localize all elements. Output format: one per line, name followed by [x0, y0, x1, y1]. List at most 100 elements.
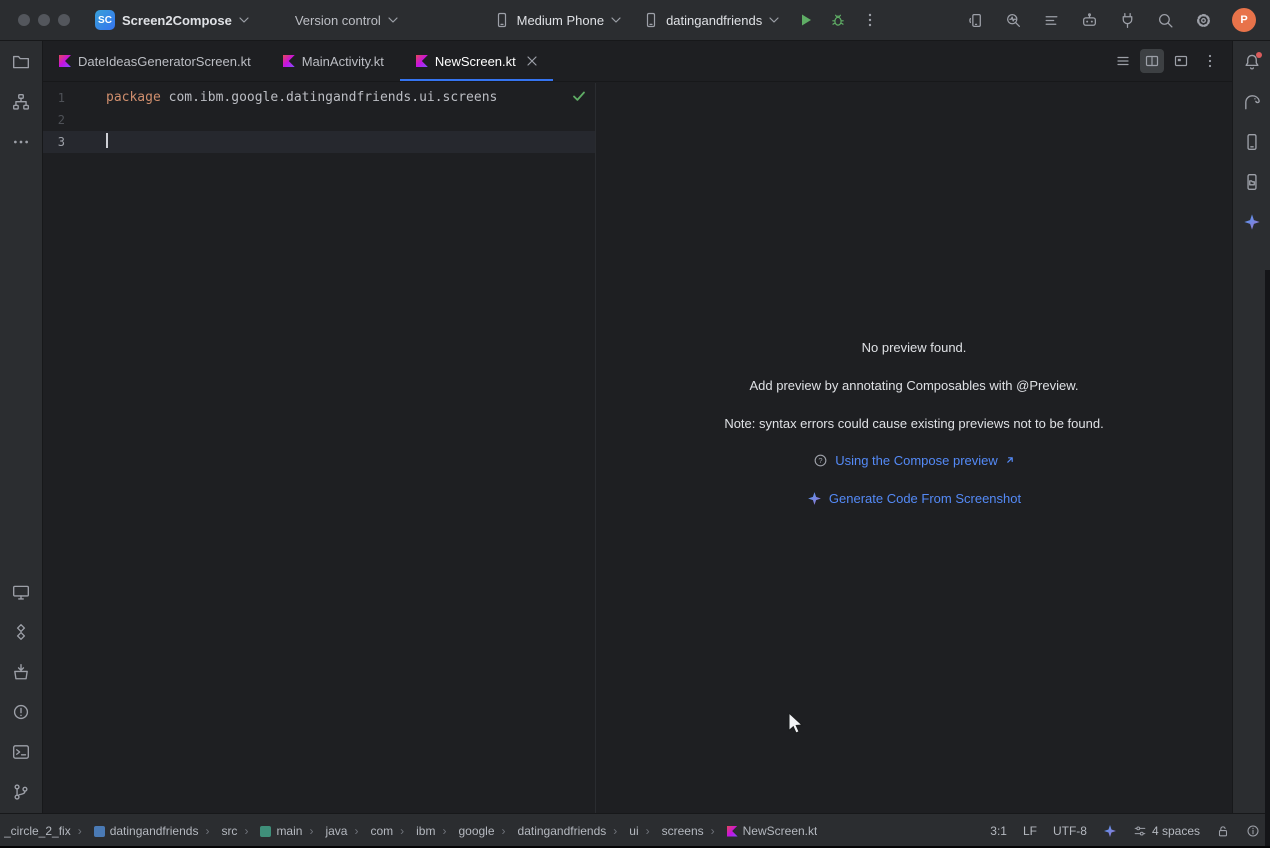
kotlin-file-icon	[727, 826, 738, 837]
structure-tool-button[interactable]	[8, 89, 34, 115]
logcat-icon	[1043, 12, 1060, 29]
more-tool-windows-button[interactable]	[8, 129, 34, 155]
info-icon	[1246, 824, 1260, 838]
breadcrumb-item[interactable]: datingandfriends	[71, 824, 199, 838]
gemini-assistant-button[interactable]	[1076, 6, 1104, 34]
chevron-down-icon	[239, 17, 249, 23]
tab-dateideasgeneratorscreen[interactable]: DateIdeasGeneratorScreen.kt	[43, 41, 267, 81]
terminal-tool-button[interactable]	[8, 739, 34, 765]
editor-options-button[interactable]	[1198, 49, 1222, 73]
device-explorer-tool-button[interactable]	[1239, 169, 1265, 195]
tab-mainactivity[interactable]: MainActivity.kt	[267, 41, 400, 81]
zoom-window-button[interactable]	[58, 14, 70, 26]
breadcrumb-item[interactable]: java	[302, 824, 347, 838]
device-selector[interactable]: Medium Phone	[485, 5, 630, 35]
title-bar: SC Screen2Compose Version control Medium…	[0, 0, 1270, 41]
version-control-menu[interactable]: Version control	[286, 5, 407, 35]
phone-icon	[494, 12, 510, 28]
project-tool-button[interactable]	[8, 49, 34, 75]
problems-tool-button[interactable]	[8, 699, 34, 725]
breadcrumb-item[interactable]: datingandfriends	[495, 824, 607, 838]
kotlin-file-icon	[283, 55, 295, 67]
chevron-down-icon	[611, 17, 621, 23]
logcat-button[interactable]	[1038, 6, 1066, 34]
left-tool-stripe	[0, 41, 43, 813]
app-inspection-icon	[12, 663, 30, 681]
device-name: Medium Phone	[517, 13, 604, 28]
plug-icon	[1119, 12, 1136, 29]
indent-widget[interactable]: 4 spaces	[1133, 824, 1200, 838]
split-view-button[interactable]	[1140, 49, 1164, 73]
breadcrumb-item[interactable]: _circle_2_fix	[4, 824, 71, 838]
project-selector[interactable]: SC Screen2Compose	[86, 5, 258, 35]
gemini-star-icon	[1243, 213, 1261, 231]
inspections-widget[interactable]	[572, 90, 586, 102]
keyword-token: package	[106, 90, 161, 105]
kebab-menu-icon	[1202, 53, 1218, 69]
more-run-actions-button[interactable]	[856, 6, 884, 34]
line-number[interactable]: 1	[43, 87, 65, 109]
line-number[interactable]: 2	[43, 109, 65, 131]
encoding-widget[interactable]: UTF-8	[1053, 824, 1087, 838]
run-button[interactable]	[792, 6, 820, 34]
line-number[interactable]: 3	[43, 131, 65, 153]
app-inspection-tool-button[interactable]	[8, 659, 34, 685]
code-view-button[interactable]	[1111, 49, 1135, 73]
breadcrumb-item[interactable]: main	[237, 824, 302, 838]
version-control-tool-button[interactable]	[8, 779, 34, 805]
code-line[interactable]: 2	[43, 109, 595, 131]
design-view-button[interactable]	[1169, 49, 1193, 73]
run-configuration-selector[interactable]: datingandfriends	[634, 5, 788, 35]
editor-config-icon	[1133, 824, 1147, 838]
terminal-icon	[12, 743, 30, 761]
tab-newscreen[interactable]: NewScreen.kt	[400, 41, 553, 81]
compose-preview-help-link[interactable]: Using the Compose preview	[835, 453, 998, 468]
caret-position-widget[interactable]: 3:1	[990, 824, 1007, 838]
gemini-tool-button[interactable]	[1239, 209, 1265, 235]
code-editor[interactable]: 1 package com.ibm.google.datingandfriend…	[43, 83, 596, 813]
generate-code-from-screenshot-link[interactable]: Generate Code From Screenshot	[829, 491, 1021, 506]
breadcrumb-item[interactable]: ui	[606, 824, 638, 838]
breadcrumb-item[interactable]: NewScreen.kt	[704, 824, 818, 838]
device-manager-icon	[967, 12, 984, 29]
preview-help-row: ? Using the Compose preview	[596, 451, 1232, 469]
code-line[interactable]: 1 package com.ibm.google.datingandfriend…	[43, 87, 595, 109]
user-avatar[interactable]: P	[1232, 8, 1256, 32]
close-window-button[interactable]	[18, 14, 30, 26]
project-icon: SC	[95, 10, 115, 30]
app-module-icon	[643, 12, 659, 28]
line-separator-widget[interactable]: LF	[1023, 824, 1037, 838]
information-widget[interactable]	[1246, 824, 1260, 838]
debug-button[interactable]	[824, 6, 852, 34]
help-icon[interactable]: ?	[813, 453, 828, 468]
breadcrumb-item[interactable]: google	[435, 824, 494, 838]
write-access-widget[interactable]	[1216, 824, 1230, 838]
design-view-icon	[1173, 53, 1189, 69]
gradle-tool-button[interactable]	[1239, 89, 1265, 115]
structure-icon	[12, 93, 30, 111]
breadcrumb-item[interactable]: src	[198, 824, 237, 838]
preview-message-note: Note: syntax errors could cause existing…	[596, 414, 1232, 432]
running-devices-tool-button[interactable]	[8, 579, 34, 605]
search-everywhere-button[interactable]	[1152, 6, 1180, 34]
breadcrumb-item[interactable]: screens	[639, 824, 704, 838]
build-variants-tool-button[interactable]	[8, 619, 34, 645]
notification-dot	[1256, 52, 1262, 58]
android-studio-window: SC Screen2Compose Version control Medium…	[0, 0, 1270, 848]
device-manager-button[interactable]	[962, 6, 990, 34]
settings-button[interactable]	[1190, 6, 1218, 34]
breadcrumb: _circle_2_fix datingandfriends src main …	[4, 824, 817, 838]
close-tab-button[interactable]	[527, 56, 537, 66]
code-text[interactable]: package com.ibm.google.datingandfriends.…	[65, 87, 497, 109]
gemini-status-widget[interactable]	[1103, 824, 1117, 838]
connections-button[interactable]	[1114, 6, 1142, 34]
profiler-button[interactable]	[1000, 6, 1028, 34]
folder-icon	[12, 53, 30, 71]
breadcrumb-item[interactable]: com	[347, 824, 393, 838]
device-manager-tool-button[interactable]	[1239, 129, 1265, 155]
notifications-button[interactable]	[1239, 49, 1265, 75]
minimize-window-button[interactable]	[38, 14, 50, 26]
problems-icon	[12, 703, 30, 721]
code-line-current[interactable]: 3	[43, 131, 595, 153]
breadcrumb-item[interactable]: ibm	[393, 824, 435, 838]
